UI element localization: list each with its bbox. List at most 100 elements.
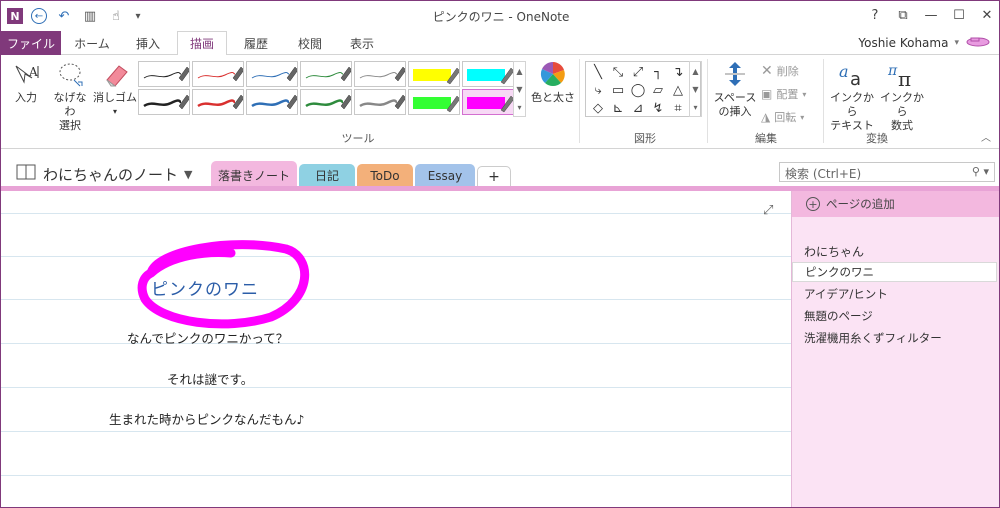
tab-file[interactable]: ファイル bbox=[1, 31, 61, 55]
plus-circle-icon: + bbox=[806, 197, 820, 211]
lasso-icon bbox=[55, 59, 85, 89]
add-page-button[interactable]: + ページの追加 bbox=[792, 191, 999, 217]
gallery-more-icon[interactable]: ▾ bbox=[693, 103, 697, 112]
color-thickness-button[interactable]: 色と太さ bbox=[531, 59, 575, 105]
shape-option[interactable]: ┐ bbox=[648, 63, 668, 81]
insert-space-button[interactable]: スペース の挿入 bbox=[713, 59, 757, 119]
search-box[interactable]: 検索 (Ctrl+E) ⚲ ▾ bbox=[779, 162, 995, 182]
pen-swatch[interactable] bbox=[354, 61, 406, 87]
shape-option[interactable]: ⊾ bbox=[608, 99, 628, 117]
pen-swatch[interactable] bbox=[354, 89, 406, 115]
shape-option[interactable]: △ bbox=[668, 81, 688, 99]
ink-to-text-button[interactable]: aa インクから テキスト bbox=[827, 59, 877, 133]
shape-option[interactable]: ◯ bbox=[628, 81, 648, 99]
help-icon[interactable]: ? bbox=[861, 1, 889, 29]
pen-swatch[interactable] bbox=[300, 61, 352, 87]
chevron-down-icon: ▼ bbox=[184, 167, 193, 181]
page-item[interactable]: 無題のページ bbox=[792, 306, 997, 326]
shape-option[interactable]: ⊿ bbox=[628, 99, 648, 117]
gallery-more-icon[interactable]: ▾ bbox=[517, 103, 521, 112]
svg-text:π: π bbox=[898, 67, 911, 89]
pen-swatch[interactable] bbox=[300, 89, 352, 115]
scroll-up-icon[interactable]: ▲ bbox=[692, 67, 698, 76]
shape-option[interactable]: ⤡ bbox=[608, 63, 628, 81]
pink-ink-circle[interactable] bbox=[1, 191, 791, 508]
eraser-icon bbox=[100, 59, 130, 89]
pen-swatch[interactable] bbox=[246, 61, 298, 87]
tab-review[interactable]: 校閲 bbox=[285, 31, 335, 55]
shapes-gallery-scroll[interactable]: ▲ ▼ ▾ bbox=[689, 61, 702, 117]
page-canvas[interactable]: ⤢ ピンクのワニ なんでピンクのワニかって？ それは謎です。 生まれた時からピン… bbox=[1, 191, 791, 508]
ribbon-separator bbox=[823, 59, 824, 143]
tab-insert[interactable]: 挿入 bbox=[123, 31, 173, 55]
tab-home[interactable]: ホーム bbox=[67, 31, 117, 55]
notebook-name: わにちゃんのノート bbox=[43, 165, 179, 184]
color-wheel-icon bbox=[538, 59, 568, 89]
page-title[interactable]: ピンクのワニ bbox=[151, 275, 259, 300]
page-text-line[interactable]: それは謎です。 bbox=[167, 369, 253, 388]
pen-gallery-scroll[interactable]: ▲ ▼ ▾ bbox=[513, 61, 526, 117]
search-input[interactable]: 検索 (Ctrl+E) bbox=[785, 165, 861, 181]
pen-swatch[interactable] bbox=[192, 61, 244, 87]
insert-space-icon bbox=[720, 59, 750, 89]
page-item-selected[interactable]: ピンクのワニ bbox=[792, 262, 997, 282]
ink-to-math-button[interactable]: ππ インクから 数式 bbox=[877, 59, 927, 133]
scroll-down-icon[interactable]: ▼ bbox=[692, 85, 698, 94]
page-text-line[interactable]: 生まれた時からピンクなんだもん♪ bbox=[109, 409, 304, 428]
section-tab-diary[interactable]: 日記 bbox=[299, 164, 355, 187]
ribbon-separator bbox=[707, 59, 708, 143]
minimize-icon[interactable]: — bbox=[917, 1, 945, 29]
window-title: ピンクのワニ - OneNote bbox=[432, 10, 570, 24]
arrange-button[interactable]: ▣ 配置 ▾ bbox=[761, 86, 806, 102]
pen-swatch[interactable] bbox=[192, 89, 244, 115]
type-label: 入力 bbox=[15, 91, 37, 104]
pen-swatch[interactable] bbox=[246, 89, 298, 115]
scroll-down-icon[interactable]: ▼ bbox=[516, 85, 522, 94]
shape-option[interactable]: ◇ bbox=[588, 99, 608, 117]
scroll-up-icon[interactable]: ▲ bbox=[516, 67, 522, 76]
user-account[interactable]: Yoshie Kohama ▾ bbox=[858, 35, 991, 50]
page-item[interactable]: アイデア/ヒント bbox=[792, 284, 997, 304]
shape-option[interactable]: ⤢ bbox=[628, 63, 648, 81]
shape-option[interactable]: ↯ bbox=[648, 99, 668, 117]
section-tab-todo[interactable]: ToDo bbox=[357, 164, 413, 187]
pen-gallery bbox=[138, 61, 514, 117]
delete-button[interactable]: ✕ 削除 bbox=[761, 63, 799, 79]
pen-swatch[interactable] bbox=[462, 61, 514, 87]
shape-option[interactable]: ▭ bbox=[608, 81, 628, 99]
shape-option[interactable]: ↴ bbox=[668, 63, 688, 81]
pen-swatch[interactable] bbox=[138, 89, 190, 115]
pen-swatch[interactable] bbox=[138, 61, 190, 87]
type-button[interactable]: A 入力 bbox=[9, 59, 43, 105]
shape-option[interactable]: ▱ bbox=[648, 81, 668, 99]
add-page-label: ページの追加 bbox=[826, 197, 895, 211]
maximize-icon[interactable]: ☐ bbox=[945, 1, 973, 29]
section-tab-rakugaki[interactable]: 落書きノート bbox=[211, 161, 297, 189]
add-section-button[interactable]: + bbox=[477, 166, 511, 187]
full-page-view-icon[interactable]: ⧉ bbox=[889, 1, 917, 29]
section-tab-essay[interactable]: Essay bbox=[415, 164, 475, 187]
text-cursor-icon: A bbox=[11, 59, 41, 89]
page-item-group-header[interactable]: わにちゃん bbox=[792, 241, 997, 261]
pen-swatch[interactable] bbox=[408, 61, 460, 87]
collapse-ribbon-icon[interactable]: ︿ bbox=[981, 129, 991, 144]
tab-view[interactable]: 表示 bbox=[337, 31, 387, 55]
pen-swatch[interactable] bbox=[408, 89, 460, 115]
close-icon[interactable]: ✕ bbox=[973, 1, 999, 29]
shape-option[interactable]: ⌗ bbox=[668, 99, 688, 117]
lasso-select-button[interactable]: なげなわ 選択 bbox=[49, 59, 91, 133]
delete-icon: ✕ bbox=[761, 63, 773, 79]
rotate-button[interactable]: ◮ 回転 ▾ bbox=[761, 109, 804, 125]
shape-option[interactable]: ⤷ bbox=[588, 81, 608, 99]
pen-swatch[interactable] bbox=[462, 89, 514, 115]
page-text-line[interactable]: なんでピンクのワニかって？ bbox=[127, 328, 288, 347]
shape-option[interactable]: ╲ bbox=[588, 63, 608, 81]
tab-history[interactable]: 履歴 bbox=[231, 31, 281, 55]
pages-pane: + ページの追加 わにちゃん ピンクのワニ アイデア/ヒント 無題のページ 洗濯… bbox=[791, 191, 999, 507]
notebook-selector[interactable]: わにちゃんのノート ▼ bbox=[15, 163, 192, 185]
eraser-button[interactable]: 消しゴム ▾ bbox=[93, 59, 137, 119]
convert-group-label: 変換 bbox=[866, 132, 888, 145]
tab-draw[interactable]: 描画 bbox=[177, 31, 227, 56]
page-item[interactable]: 洗濯機用糸くずフィルター bbox=[792, 328, 997, 348]
search-icon[interactable]: ⚲ ▾ bbox=[972, 165, 989, 179]
